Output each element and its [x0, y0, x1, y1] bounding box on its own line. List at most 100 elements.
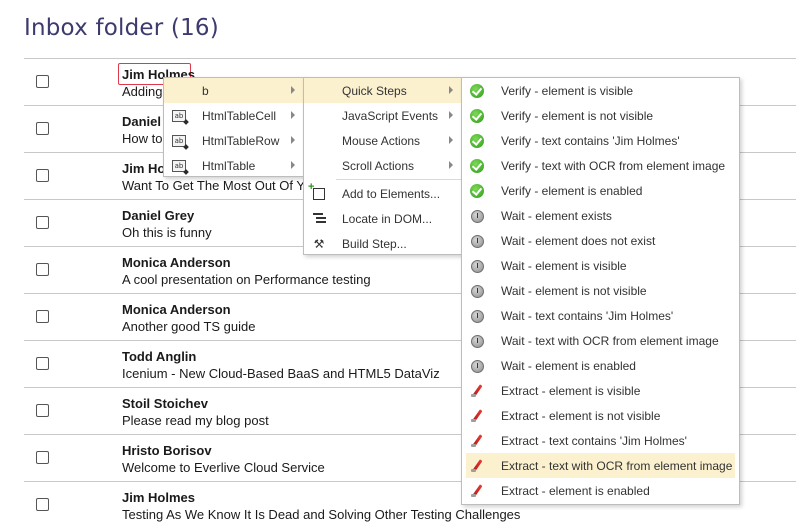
- menu-item-label: Extract - text contains 'Jim Holmes': [501, 434, 687, 448]
- email-subject: How to: [122, 131, 163, 146]
- add-element-icon: [308, 181, 327, 202]
- email-sender: Daniel Grey: [122, 208, 195, 223]
- menu-item-label: Locate in DOM...: [342, 212, 433, 226]
- email-subject: Adding: [122, 84, 163, 99]
- email-checkbox[interactable]: [36, 75, 49, 88]
- email-sender: Monica Anderson: [122, 302, 231, 317]
- menu-item-label: JavaScript Events: [342, 109, 439, 123]
- check-icon: [469, 108, 485, 124]
- menu-item-wait-not-visible[interactable]: Wait - element is not visible: [462, 278, 739, 303]
- email-subject: A cool presentation on Performance testi…: [122, 272, 371, 287]
- menu-item-javascript-events[interactable]: JavaScript Events: [304, 103, 462, 128]
- menu-item-wait-exists[interactable]: Wait - element exists: [462, 203, 739, 228]
- menu-item-verify-visible[interactable]: Verify - element is visible: [462, 78, 739, 103]
- table-row-icon: ab: [171, 133, 187, 149]
- menu-item-label: Scroll Actions: [342, 159, 415, 173]
- menu-item-wait-text-contains[interactable]: Wait - text contains 'Jim Holmes': [462, 303, 739, 328]
- menu-item-verify-text-contains[interactable]: Verify - text contains 'Jim Holmes': [462, 128, 739, 153]
- email-checkbox[interactable]: [36, 451, 49, 464]
- email-subject: Testing As We Know It Is Dead and Solvin…: [122, 507, 521, 522]
- menu-item-mouse-actions[interactable]: Mouse Actions: [304, 128, 462, 153]
- menu-item-label: Verify - text contains 'Jim Holmes': [501, 134, 680, 148]
- clock-icon: [469, 308, 485, 324]
- table-cell-icon: ab: [171, 108, 187, 124]
- email-subject: Another good TS guide: [122, 319, 256, 334]
- email-checkbox[interactable]: [36, 310, 49, 323]
- submenu-arrow-icon: [291, 111, 295, 119]
- menu-item-label: Verify - element is visible: [501, 84, 634, 98]
- menu-item-verify-not-visible[interactable]: Verify - element is not visible: [462, 103, 739, 128]
- menu-item-label: Extract - element is visible: [501, 384, 641, 398]
- email-checkbox[interactable]: [36, 404, 49, 417]
- menu-item-wait-enabled[interactable]: Wait - element is enabled: [462, 353, 739, 378]
- menu-item-label: Wait - element is visible: [501, 259, 627, 273]
- email-subject: Icenium - New Cloud-Based BaaS and HTML5…: [122, 366, 440, 381]
- quick-steps-menu: Verify - element is visible Verify - ele…: [461, 77, 740, 505]
- menu-item-add-to-elements[interactable]: Add to Elements...: [304, 181, 462, 206]
- menu-item-label: b: [202, 84, 209, 98]
- menu-item-label: HtmlTableRow: [202, 134, 280, 148]
- menu-item-build-step[interactable]: ⚒ Build Step...: [304, 231, 462, 256]
- menu-item-htmltablecell[interactable]: ab HtmlTableCell: [164, 103, 304, 128]
- email-subject: Welcome to Everlive Cloud Service: [122, 460, 325, 475]
- extract-icon: [469, 408, 485, 424]
- submenu-arrow-icon: [449, 161, 453, 169]
- menu-item-verify-enabled[interactable]: Verify - element is enabled: [462, 178, 739, 203]
- menu-item-extract-visible[interactable]: Extract - element is visible: [462, 378, 739, 403]
- menu-item-label: HtmlTable: [202, 159, 256, 173]
- menu-item-label: Verify - element is not visible: [501, 109, 654, 123]
- submenu-arrow-icon: [449, 111, 453, 119]
- menu-item-extract-not-visible[interactable]: Extract - element is not visible: [462, 403, 739, 428]
- build-step-icon: ⚒: [313, 237, 325, 251]
- email-checkbox[interactable]: [36, 122, 49, 135]
- locate-dom-icon: [311, 211, 327, 227]
- email-sender: Stoil Stoichev: [122, 396, 208, 411]
- actions-context-menu: Quick Steps JavaScript Events Mouse Acti…: [303, 77, 463, 255]
- clock-icon: [469, 208, 485, 224]
- menu-item-wait-not-exists[interactable]: Wait - element does not exist: [462, 228, 739, 253]
- email-sender: Daniel: [122, 114, 162, 129]
- menu-item-label: Wait - element is enabled: [501, 359, 636, 373]
- email-checkbox[interactable]: [36, 216, 49, 229]
- check-icon: [469, 83, 485, 99]
- email-checkbox[interactable]: [36, 263, 49, 276]
- email-checkbox[interactable]: [36, 498, 49, 511]
- menu-item-label: Wait - element does not exist: [501, 234, 656, 248]
- extract-icon: [469, 458, 485, 474]
- check-icon: [469, 133, 485, 149]
- menu-item-extract-enabled[interactable]: Extract - element is enabled: [462, 478, 739, 503]
- menu-item-quick-steps[interactable]: Quick Steps: [304, 78, 462, 103]
- page-title: Inbox folder (16): [24, 15, 219, 41]
- menu-item-wait-visible[interactable]: Wait - element is visible: [462, 253, 739, 278]
- email-checkbox[interactable]: [36, 357, 49, 370]
- menu-item-extract-ocr-text[interactable]: Extract - text with OCR from element ima…: [466, 453, 735, 478]
- menu-item-extract-text-contains[interactable]: Extract - text contains 'Jim Holmes': [462, 428, 739, 453]
- menu-item-label: Wait - element exists: [501, 209, 612, 223]
- submenu-arrow-icon: [449, 86, 453, 94]
- menu-separator: [336, 179, 462, 180]
- menu-item-label: HtmlTableCell: [202, 109, 277, 123]
- check-icon: [469, 158, 485, 174]
- menu-item-htmltable[interactable]: ab HtmlTable: [164, 153, 304, 178]
- menu-item-label: Verify - text with OCR from element imag…: [501, 159, 726, 173]
- menu-item-element-b[interactable]: b: [164, 78, 304, 103]
- menu-item-locate-in-dom[interactable]: Locate in DOM...: [304, 206, 462, 231]
- menu-item-label: Extract - text with OCR from element ima…: [501, 459, 733, 473]
- email-checkbox[interactable]: [36, 169, 49, 182]
- menu-item-scroll-actions[interactable]: Scroll Actions: [304, 153, 462, 178]
- submenu-arrow-icon: [291, 86, 295, 94]
- extract-icon: [469, 433, 485, 449]
- email-sender: Jim Holmes: [122, 490, 195, 505]
- email-sender: Todd Anglin: [122, 349, 197, 364]
- clock-icon: [469, 283, 485, 299]
- menu-item-htmltablerow[interactable]: ab HtmlTableRow: [164, 128, 304, 153]
- menu-item-label: Wait - text contains 'Jim Holmes': [501, 309, 674, 323]
- menu-item-verify-ocr-text[interactable]: Verify - text with OCR from element imag…: [462, 153, 739, 178]
- menu-item-label: Wait - text with OCR from element image: [501, 334, 719, 348]
- email-subject: Want To Get The Most Out Of Yo: [122, 178, 312, 193]
- table-icon: ab: [171, 158, 187, 174]
- menu-item-label: Extract - element is enabled: [501, 484, 650, 498]
- menu-item-label: Wait - element is not visible: [501, 284, 647, 298]
- menu-item-wait-ocr-text[interactable]: Wait - text with OCR from element image: [462, 328, 739, 353]
- submenu-arrow-icon: [291, 136, 295, 144]
